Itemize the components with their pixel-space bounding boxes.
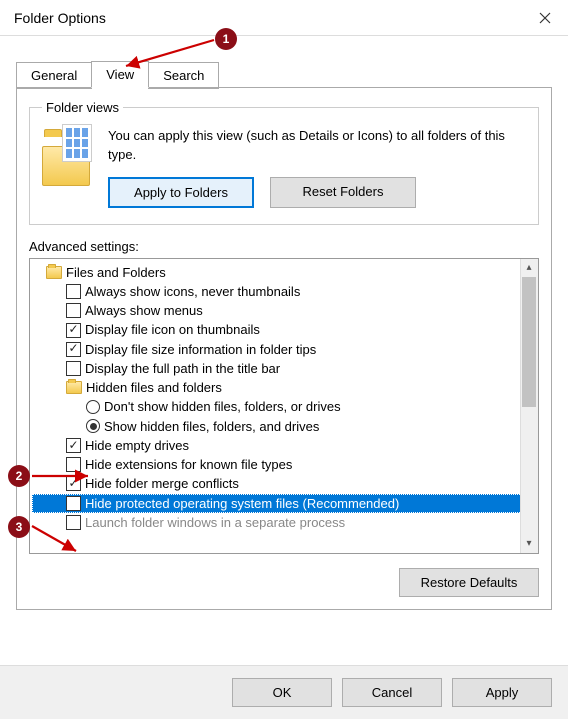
option-launch-separate-process[interactable]: Launch folder windows in a separate proc… bbox=[32, 513, 536, 532]
scroll-up-icon[interactable]: ▴ bbox=[520, 259, 538, 277]
tree-group-hidden[interactable]: Hidden files and folders bbox=[32, 378, 536, 397]
folder-views-group: Folder views You can apply this view (su… bbox=[29, 100, 539, 225]
checkbox-icon[interactable] bbox=[66, 284, 81, 299]
tab-panel-view: Folder views You can apply this view (su… bbox=[16, 87, 552, 610]
checkbox-icon[interactable] bbox=[66, 457, 81, 472]
option-hide-empty-drives[interactable]: ✓ Hide empty drives bbox=[32, 436, 536, 455]
option-full-path-title[interactable]: Display the full path in the title bar bbox=[32, 359, 536, 378]
dialog-footer: OK Cancel Apply bbox=[0, 665, 568, 719]
ok-button[interactable]: OK bbox=[232, 678, 332, 707]
advanced-settings-label: Advanced settings: bbox=[29, 239, 539, 254]
restore-defaults-button[interactable]: Restore Defaults bbox=[399, 568, 539, 597]
folder-views-icon bbox=[42, 127, 96, 181]
folder-views-text: You can apply this view (such as Details… bbox=[108, 127, 526, 165]
checkbox-checked-icon[interactable]: ✓ bbox=[66, 438, 81, 453]
close-icon bbox=[539, 12, 551, 24]
scroll-down-icon[interactable]: ▾ bbox=[520, 535, 538, 553]
close-button[interactable] bbox=[522, 0, 568, 36]
scroll-thumb[interactable] bbox=[522, 277, 536, 407]
option-hide-merge-conflicts[interactable]: ✓ Hide folder merge conflicts bbox=[32, 474, 536, 493]
tab-search[interactable]: Search bbox=[148, 62, 219, 89]
tab-general[interactable]: General bbox=[16, 62, 92, 89]
titlebar: Folder Options bbox=[0, 0, 568, 36]
checkbox-checked-icon[interactable]: ✓ bbox=[66, 476, 81, 491]
option-always-icons[interactable]: Always show icons, never thumbnails bbox=[32, 282, 536, 301]
apply-to-folders-button[interactable]: Apply to Folders bbox=[108, 177, 254, 208]
option-file-icon-thumbnails[interactable]: ✓ Display file icon on thumbnails bbox=[32, 320, 536, 339]
folder-views-legend: Folder views bbox=[42, 100, 123, 115]
checkbox-checked-icon[interactable]: ✓ bbox=[66, 342, 81, 357]
checkbox-icon[interactable] bbox=[66, 515, 81, 530]
window-title: Folder Options bbox=[14, 10, 106, 26]
folder-icon bbox=[46, 266, 62, 279]
option-dont-show-hidden[interactable]: Don't show hidden files, folders, or dri… bbox=[32, 397, 536, 416]
option-show-hidden[interactable]: Show hidden files, folders, and drives bbox=[32, 417, 536, 436]
checkbox-icon[interactable] bbox=[66, 496, 81, 511]
checkbox-icon[interactable] bbox=[66, 361, 81, 376]
checkbox-icon[interactable] bbox=[66, 303, 81, 318]
callout-1: 1 bbox=[215, 28, 237, 50]
option-hide-protected-os-files[interactable]: Hide protected operating system files (R… bbox=[32, 494, 536, 513]
tab-strip: General View Search bbox=[16, 60, 552, 87]
scrollbar[interactable]: ▴ ▾ bbox=[520, 259, 538, 553]
callout-2: 2 bbox=[8, 465, 30, 487]
apply-button[interactable]: Apply bbox=[452, 678, 552, 707]
radio-icon[interactable] bbox=[86, 400, 100, 414]
checkbox-checked-icon[interactable]: ✓ bbox=[66, 323, 81, 338]
option-hide-extensions[interactable]: Hide extensions for known file types bbox=[32, 455, 536, 474]
callout-3: 3 bbox=[8, 516, 30, 538]
option-file-size-tips[interactable]: ✓ Display file size information in folde… bbox=[32, 340, 536, 359]
option-always-menus[interactable]: Always show menus bbox=[32, 301, 536, 320]
radio-selected-icon[interactable] bbox=[86, 419, 100, 433]
reset-folders-button[interactable]: Reset Folders bbox=[270, 177, 416, 208]
folder-icon bbox=[66, 381, 82, 394]
advanced-settings-list[interactable]: ▴ ▾ Files and Folders Always show icons,… bbox=[29, 258, 539, 554]
cancel-button[interactable]: Cancel bbox=[342, 678, 442, 707]
tree-group-files-folders[interactable]: Files and Folders bbox=[32, 263, 536, 282]
tab-view[interactable]: View bbox=[91, 61, 149, 88]
